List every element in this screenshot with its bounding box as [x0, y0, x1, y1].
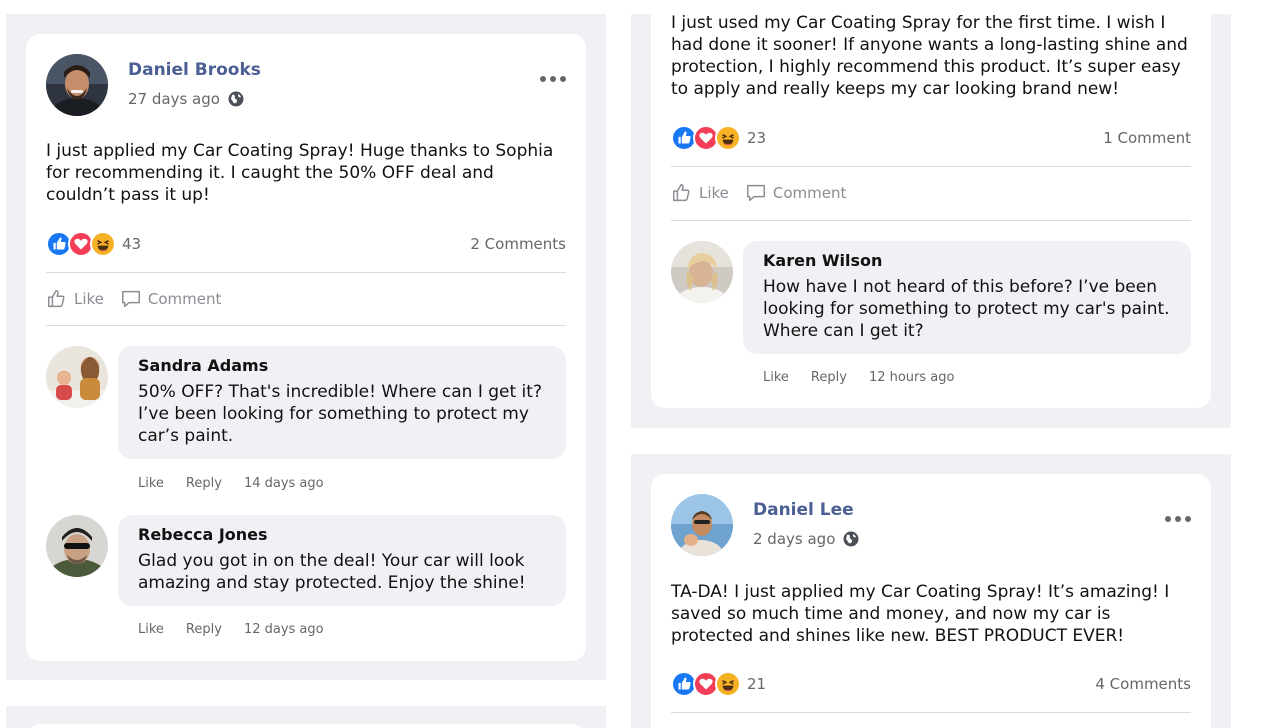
comment-bubble: Rebecca Jones Glad you got in on the dea…	[118, 515, 566, 606]
post-text: TA-DA! I just applied my Car Coating Spr…	[671, 582, 1170, 646]
divider	[46, 272, 566, 273]
comment-text: Glad you got in on the deal! Your car wi…	[138, 551, 526, 593]
thumbs-up-icon	[673, 184, 690, 202]
post-meta: 2 days ago	[753, 530, 859, 548]
comment-sandra-adams: Sandra Adams 50% OFF? That's incredible!…	[46, 346, 566, 459]
post-actions: Like Comment	[46, 287, 221, 311]
more-options-icon[interactable]	[540, 74, 566, 84]
reactions[interactable]: 43	[46, 231, 141, 257]
comment-reply-button[interactable]: Reply	[186, 476, 222, 491]
post-header: Daniel Lee 2 days ago	[671, 494, 1191, 556]
comment-rebecca-jones: Rebecca Jones Glad you got in on the dea…	[46, 515, 566, 606]
comment-bubble: Karen Wilson How have I not heard of thi…	[743, 241, 1191, 354]
post-card-next	[26, 724, 586, 728]
more-options-icon[interactable]	[1165, 514, 1191, 524]
comment-like-button[interactable]: Like	[763, 370, 789, 385]
comments-count[interactable]: 2 Comments	[470, 235, 566, 253]
divider	[46, 325, 566, 326]
reaction-count: 21	[747, 675, 767, 693]
thumbs-up-icon	[48, 290, 65, 308]
comment-meta: Like Reply 14 days ago	[138, 476, 324, 491]
post-text: I just applied my Car Coating Spray! Hug…	[46, 141, 554, 205]
avatar[interactable]	[671, 241, 733, 303]
post-card-daniel-brooks: Daniel Brooks 27 days ago I just applied…	[26, 34, 586, 661]
post-time[interactable]: 27 days ago	[128, 90, 220, 108]
divider	[671, 712, 1191, 713]
reaction-count: 43	[122, 235, 142, 253]
avatar[interactable]	[46, 54, 108, 116]
post-actions: Like Comment	[671, 181, 846, 205]
comments-count[interactable]: 4 Comments	[1095, 675, 1191, 693]
comment-time: 12 days ago	[243, 622, 324, 637]
avatar[interactable]	[46, 515, 108, 577]
haha-reaction-icon	[715, 125, 741, 151]
avatar[interactable]	[671, 494, 733, 556]
globe-icon	[843, 531, 859, 547]
post-author[interactable]: Daniel Lee	[753, 500, 854, 520]
reactions-row: 23 1 Comment	[671, 124, 1191, 152]
comment-bubble: Sandra Adams 50% OFF? That's incredible!…	[118, 346, 566, 459]
like-label: Like	[699, 184, 729, 202]
like-button[interactable]: Like	[46, 288, 104, 310]
comment-author[interactable]: Rebecca Jones	[138, 525, 546, 544]
comment-like-button[interactable]: Like	[138, 476, 164, 491]
comment-label: Comment	[772, 184, 847, 202]
comment-meta: Like Reply 12 days ago	[138, 622, 324, 637]
reaction-count: 23	[747, 129, 767, 147]
comment-reply-button[interactable]: Reply	[811, 370, 847, 385]
comment-like-button[interactable]: Like	[138, 622, 164, 637]
divider	[671, 220, 1191, 221]
comment-text: How have I not heard of this before? I’v…	[763, 277, 1170, 341]
comment-author[interactable]: Sandra Adams	[138, 356, 546, 375]
globe-icon	[228, 91, 244, 107]
reactions[interactable]: 23	[671, 125, 766, 151]
haha-reaction-icon	[90, 231, 116, 257]
haha-reaction-icon	[715, 671, 741, 697]
reactions[interactable]: 21	[671, 671, 766, 697]
comment-author[interactable]: Karen Wilson	[763, 251, 1171, 270]
comment-icon	[121, 290, 140, 308]
comment-karen-wilson: Karen Wilson How have I not heard of thi…	[671, 241, 1191, 354]
comment-time: 14 days ago	[243, 476, 324, 491]
divider	[671, 166, 1191, 167]
comment-time: 12 hours ago	[868, 370, 955, 385]
comment-button[interactable]: Comment	[745, 182, 847, 204]
post-meta: 27 days ago	[128, 90, 244, 108]
like-label: Like	[74, 290, 104, 308]
comments-count[interactable]: 1 Comment	[1103, 129, 1191, 147]
comment-meta: Like Reply 12 hours ago	[763, 370, 954, 385]
post-text: I just used my Car Coating Spray for the…	[671, 13, 1188, 99]
post-card-daniel-lee: Daniel Lee 2 days ago TA-DA! I just appl…	[651, 474, 1211, 728]
reactions-row: 43 2 Comments	[46, 230, 566, 258]
comment-button[interactable]: Comment	[120, 288, 222, 310]
post-card-car-coating: I just used my Car Coating Spray for the…	[651, 0, 1211, 408]
reactions-row: 21 4 Comments	[671, 670, 1191, 698]
comment-icon	[746, 184, 765, 202]
post-time[interactable]: 2 days ago	[753, 530, 835, 548]
avatar[interactable]	[46, 346, 108, 408]
post-header: Daniel Brooks 27 days ago	[46, 54, 566, 116]
comment-label: Comment	[147, 290, 222, 308]
post-author[interactable]: Daniel Brooks	[128, 60, 261, 80]
comment-reply-button[interactable]: Reply	[186, 622, 222, 637]
comment-text: 50% OFF? That's incredible! Where can I …	[138, 382, 542, 446]
like-button[interactable]: Like	[671, 182, 729, 204]
